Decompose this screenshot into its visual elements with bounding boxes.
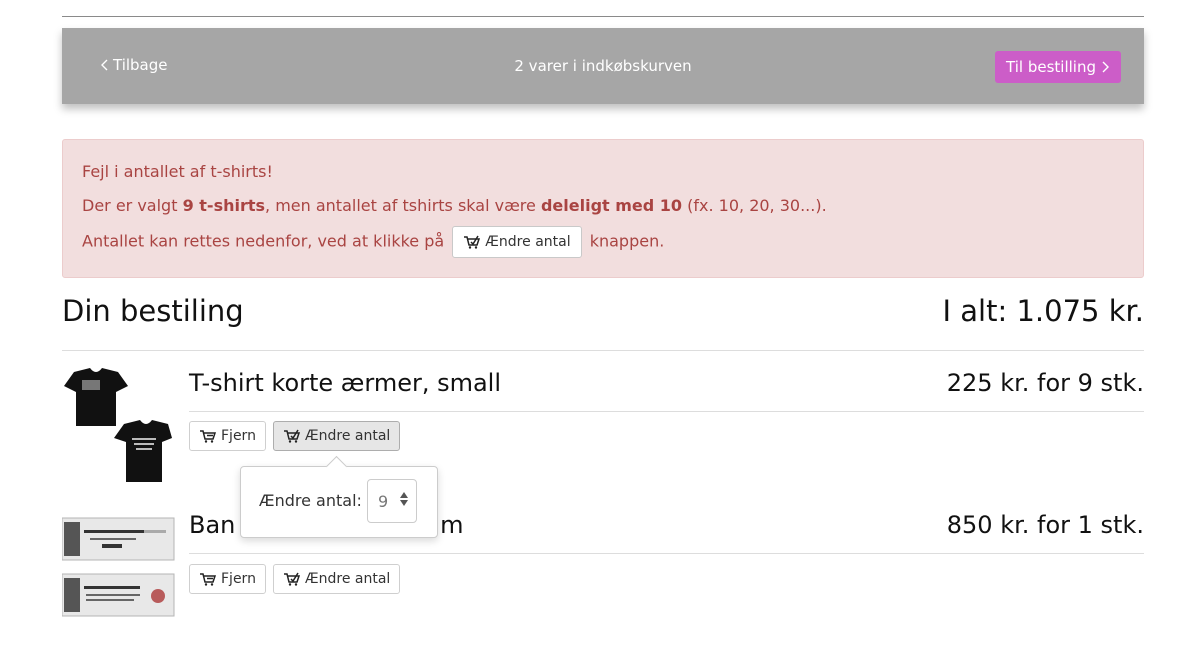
- popover-arrow: [325, 455, 348, 478]
- alert-msg-count: 9 t-shirts: [182, 196, 266, 215]
- order-total: I alt: 1.075 kr.: [942, 294, 1144, 328]
- remove-label: Fjern: [221, 571, 256, 587]
- alert-msg-post: (fx. 10, 20, 30...).: [682, 196, 827, 215]
- alert-message: Der er valgt 9 t-shirts, men antallet af…: [82, 196, 827, 215]
- spinner-arrows-icon[interactable]: [400, 492, 408, 506]
- change-quantity-button[interactable]: Ændre antal: [273, 421, 401, 451]
- cart-count: 2 varer i indkøbskurven: [514, 57, 692, 75]
- item-price: 225 kr. for 9 stk.: [946, 369, 1144, 397]
- quantity-stepper[interactable]: 9: [367, 479, 417, 523]
- alert-msg-rule: deleligt med 10: [540, 196, 683, 215]
- quantity-value: 9: [378, 491, 389, 511]
- alert-hint-post: knappen.: [589, 231, 665, 251]
- banner-thumbnail: [62, 517, 175, 617]
- order-divider: [62, 350, 1144, 351]
- alert-hint: Antallet kan rettes nedenfor, ved at kli…: [82, 226, 664, 258]
- cart-change-icon: [464, 235, 481, 249]
- alert-msg-pre: Der er valgt: [82, 196, 183, 215]
- change-quantity-label: Ændre antal: [305, 428, 391, 444]
- popover-label: Ændre antal:: [259, 491, 362, 510]
- checkout-label: Til bestilling: [1006, 58, 1096, 76]
- tshirt-thumbnail: [64, 368, 172, 482]
- top-divider: [62, 16, 1144, 17]
- remove-button[interactable]: Fjern: [189, 421, 266, 451]
- alert-hint-pre: Antallet kan rettes nedenfor, ved at kli…: [82, 231, 445, 251]
- remove-button[interactable]: Fjern: [189, 564, 266, 594]
- quantity-popover: Ændre antal: 9: [240, 455, 438, 538]
- item-price: 850 kr. for 1 stk.: [946, 511, 1144, 539]
- cart-change-icon: [284, 572, 301, 586]
- change-quantity-label: Ændre antal: [305, 571, 391, 587]
- cart-navbar: Tilbage 2 varer i indkøbskurven Til best…: [62, 28, 1144, 104]
- order-title: Din bestiling: [62, 294, 244, 328]
- alert-title: Fejl i antallet af t-shirts!: [82, 162, 273, 181]
- cart-change-icon: [284, 429, 301, 443]
- error-alert: Fejl i antallet af t-shirts! Der er valg…: [62, 139, 1144, 278]
- checkout-button[interactable]: Til bestilling: [995, 51, 1121, 83]
- alert-change-button[interactable]: Ændre antal: [452, 226, 582, 258]
- item-divider: [189, 411, 1144, 412]
- cart-remove-icon: [200, 430, 217, 443]
- alert-change-label: Ændre antal: [485, 234, 571, 250]
- chevron-right-icon: [1102, 61, 1109, 73]
- item-divider: [189, 553, 1144, 554]
- alert-msg-mid: , men antallet af tshirts skal være: [265, 196, 541, 215]
- item-title: T-shirt korte ærmer, small: [189, 369, 502, 397]
- change-quantity-button[interactable]: Ændre antal: [273, 564, 401, 594]
- cart-remove-icon: [200, 573, 217, 586]
- remove-label: Fjern: [221, 428, 256, 444]
- item-title-start: Ban: [189, 511, 236, 539]
